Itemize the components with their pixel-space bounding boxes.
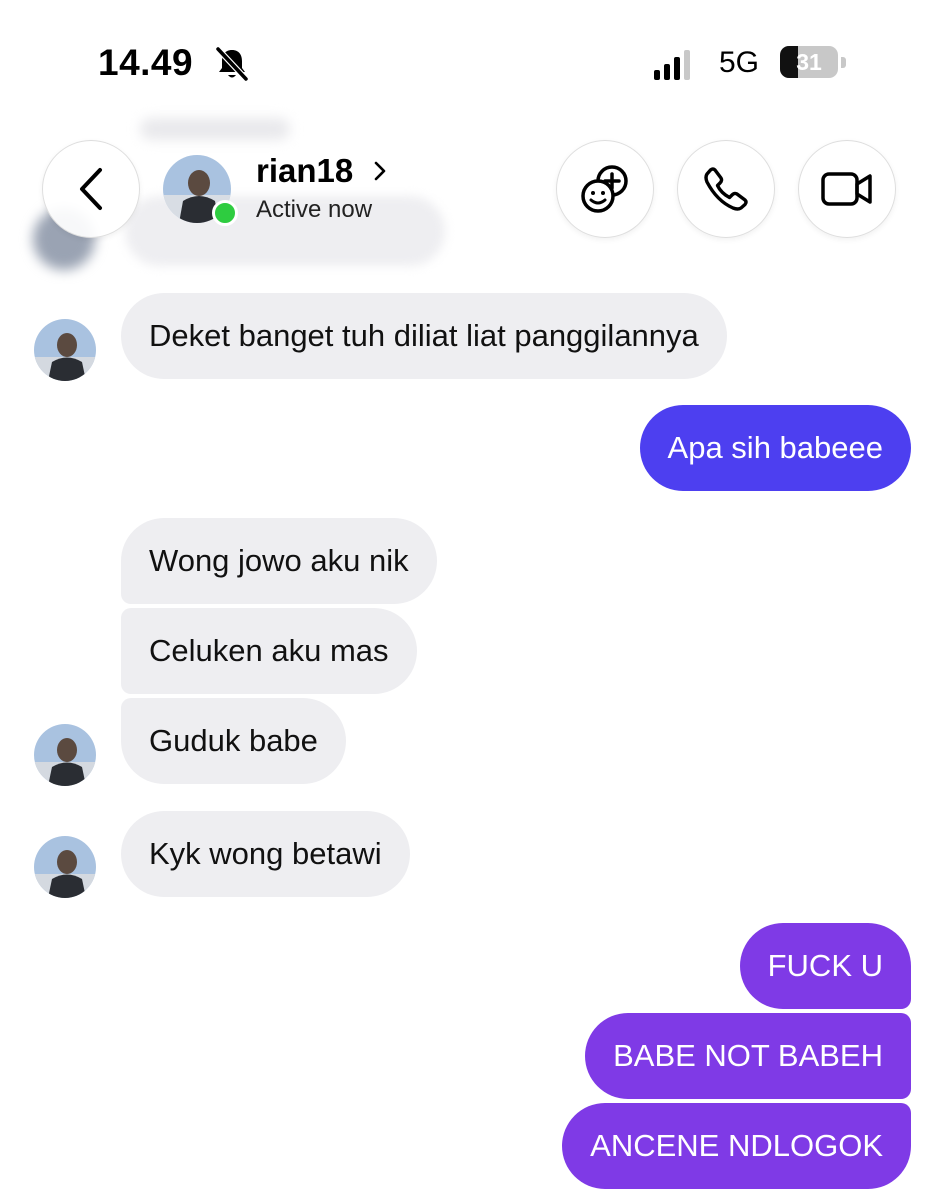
contact-username[interactable]: rian18 — [256, 152, 353, 190]
status-time: 14.49 — [98, 42, 194, 83]
chevron-right-icon[interactable] — [371, 158, 389, 184]
video-call-button[interactable] — [798, 140, 896, 238]
incoming-message[interactable]: Wong jowo aku nik — [121, 518, 437, 604]
active-status: Active now — [256, 196, 373, 223]
outgoing-message[interactable]: Apa sih babeee — [639, 405, 911, 491]
battery-percent: 31 — [796, 49, 822, 75]
bell-slash-icon — [215, 46, 249, 82]
call-button[interactable] — [677, 140, 775, 238]
online-status-dot — [212, 200, 238, 226]
sender-avatar[interactable] — [34, 319, 96, 381]
outgoing-message[interactable]: BABE NOT BABEH — [585, 1013, 911, 1099]
games-button[interactable] — [556, 140, 654, 238]
incoming-message[interactable]: Kyk wong betawi — [121, 811, 410, 897]
outgoing-message[interactable]: FUCK U — [739, 923, 911, 1009]
status-bar: 14.49 5G 31 — [0, 0, 928, 120]
phone-icon — [704, 167, 748, 211]
network-type: 5G — [719, 46, 760, 79]
battery-indicator: 31 — [780, 46, 848, 80]
outgoing-message[interactable]: ANCENE NDLOGOK — [562, 1103, 911, 1189]
back-button[interactable] — [42, 140, 140, 238]
incoming-message[interactable]: Guduk babe — [121, 698, 346, 784]
games-icon — [581, 165, 628, 213]
sender-avatar[interactable] — [34, 724, 96, 786]
sender-avatar[interactable] — [34, 836, 96, 898]
incoming-message[interactable]: Celuken aku mas — [121, 608, 417, 694]
incoming-message[interactable]: Deket banget tuh diliat liat panggilanny… — [121, 293, 727, 379]
cellular-signal-icon — [654, 50, 690, 80]
blurred-content — [140, 118, 290, 140]
video-camera-icon — [821, 172, 872, 206]
chevron-left-icon — [80, 168, 102, 210]
